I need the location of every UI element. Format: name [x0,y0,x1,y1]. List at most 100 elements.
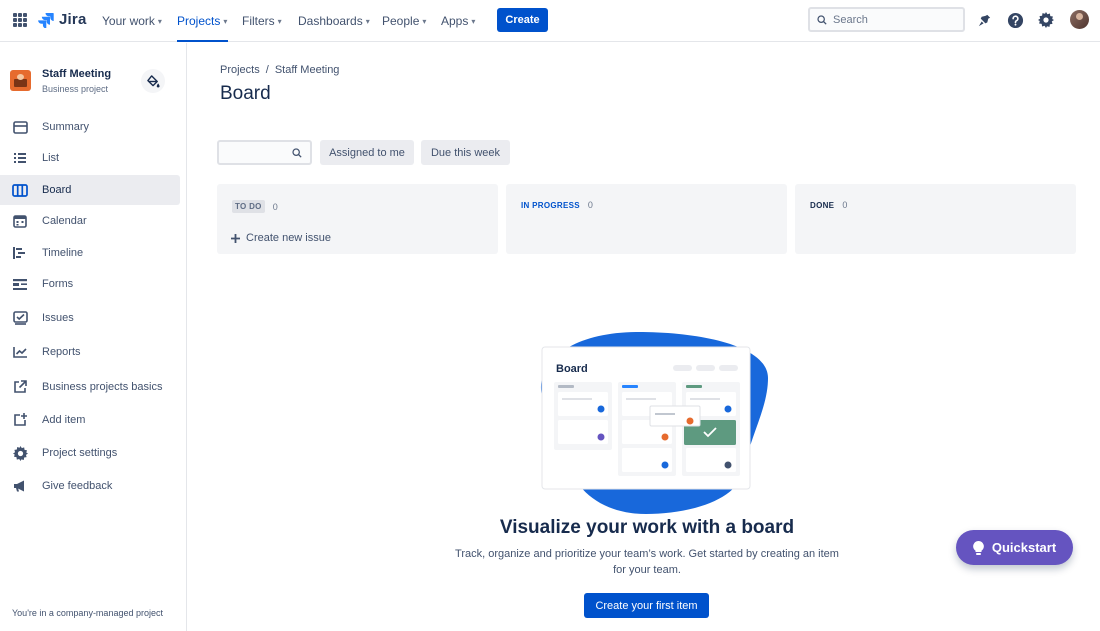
sidebar-item-label: Forms [42,278,74,290]
create-button[interactable]: Create [497,8,548,32]
sidebar-item-list[interactable]: List [0,143,180,173]
paint-bucket-icon [146,74,160,88]
sidebar-item-label: Project settings [42,447,118,459]
issues-icon [12,310,28,326]
nav-label: Apps [441,14,469,28]
nav-label: Filters [242,14,275,28]
nav-people[interactable]: People ▾ [382,0,426,42]
calendar-icon [12,213,28,229]
illustration-title: Board [556,363,588,375]
chevron-down-icon: ▾ [365,17,370,26]
column-count: 0 [587,200,593,210]
nav-projects[interactable]: Projects ▾ [177,0,229,42]
add-item-icon [12,412,28,428]
chevron-down-icon: ▾ [277,17,282,26]
sidebar-item-label: Issues [42,312,74,324]
nav-label: People [382,14,420,28]
empty-state-description: Track, organize and prioritize your team… [455,548,839,576]
quickstart-label: Quickstart [991,540,1057,555]
create-first-item-button[interactable]: Create your first item [584,593,709,618]
sidebar-item-forms[interactable]: Forms [0,269,180,299]
top-navigation: Jira Your work ▾ Projects ▾ Filters ▾ Dashb… [0,0,1100,42]
sidebar-item-calendar[interactable]: Calendar [0,206,180,236]
board-search-input[interactable] [217,140,312,165]
profile-avatar[interactable] [1070,10,1089,29]
search-icon [292,147,302,158]
board-column-done: DONE 0 [795,184,1076,254]
sidebar-item-timeline[interactable]: Timeline [0,238,180,268]
sidebar-item-label: Business projects basics [42,381,163,393]
megaphone-icon [12,478,28,494]
breadcrumb-separator: / [265,64,269,76]
column-name: TO DO [232,200,265,213]
sidebar-item-label: Calendar [42,215,87,227]
nav-dashboards[interactable]: Dashboards ▾ [298,0,370,42]
column-name: IN PROGRESS [521,200,580,210]
create-new-issue-button[interactable]: Create new issue [217,224,498,252]
gear-icon [12,445,28,461]
sidebar-item-label: Timeline [42,247,84,259]
reports-icon [12,344,28,360]
nav-your-work[interactable]: Your work ▾ [102,0,162,42]
project-theme-button[interactable] [141,69,165,93]
sidebar-item-board[interactable]: Board [0,175,180,205]
filter-due-this-week[interactable]: Due this week [421,140,510,165]
breadcrumb: Projects / Staff Meeting [220,64,339,76]
nav-label: Projects [177,14,221,28]
nav-apps[interactable]: Apps ▾ [441,0,475,42]
breadcrumb-project[interactable]: Staff Meeting [275,64,340,76]
nav-label: Dashboards [298,14,363,28]
external-link-icon [12,379,28,395]
timeline-icon [12,245,28,261]
plus-icon [231,233,240,243]
nav-label: Your work [102,14,155,28]
sidebar-item-project-settings[interactable]: Project settings [0,438,180,468]
logo-text: Jira [59,11,87,28]
sidebar-item-label: Give feedback [42,480,113,492]
board-column-todo: TO DO 0 Create new issue [217,184,498,254]
forms-icon [12,276,28,292]
search-icon [817,14,827,25]
quickstart-button[interactable]: Quickstart [956,530,1073,565]
filter-assigned-to-me[interactable]: Assigned to me [320,140,414,165]
board-illustration: Board [540,332,768,514]
board-column-in-progress: IN PROGRESS 0 [506,184,787,254]
apps-grid-icon[interactable] [13,13,27,27]
board-icon [12,182,28,198]
column-count: 0 [842,200,848,210]
project-type-footer[interactable]: You're in a company-managed project [12,608,163,618]
chevron-down-icon: ▾ [157,17,162,26]
project-avatar[interactable] [10,70,31,91]
sidebar-item-add-item[interactable]: Add item [0,405,180,435]
sidebar-item-label: List [42,152,60,164]
breadcrumb-projects[interactable]: Projects [220,64,260,76]
sidebar-item-issues[interactable]: Issues [0,303,180,333]
column-name: DONE [810,200,835,210]
project-name[interactable]: Staff Meeting [42,68,111,80]
help-icon[interactable] [1006,11,1024,29]
chevron-down-icon: ▾ [223,17,228,26]
search-box[interactable] [808,7,965,32]
notifications-icon[interactable] [975,11,993,29]
sidebar-item-label: Board [42,184,72,196]
sidebar-item-give-feedback[interactable]: Give feedback [0,471,180,501]
chevron-down-icon: ▾ [471,17,476,26]
create-issue-label: Create new issue [246,232,331,244]
sidebar-item-business-projects-basics[interactable]: Business projects basics [0,372,180,402]
list-icon [12,150,28,166]
project-type: Business project [42,84,109,94]
sidebar-item-label: Summary [42,121,90,133]
search-input[interactable] [833,13,953,26]
nav-filters[interactable]: Filters ▾ [242,0,282,42]
sidebar-item-label: Add item [42,414,86,426]
chevron-down-icon: ▾ [422,17,427,26]
sidebar-item-reports[interactable]: Reports [0,337,180,367]
sidebar-item-label: Reports [42,346,81,358]
lightbulb-icon [972,540,984,555]
jira-logo[interactable]: Jira [38,11,87,28]
jira-logo-icon [38,12,54,28]
empty-state-title: Visualize your work with a board [499,517,795,538]
column-count: 0 [272,201,278,212]
sidebar-item-summary[interactable]: Summary [0,112,180,142]
settings-icon[interactable] [1037,11,1055,29]
